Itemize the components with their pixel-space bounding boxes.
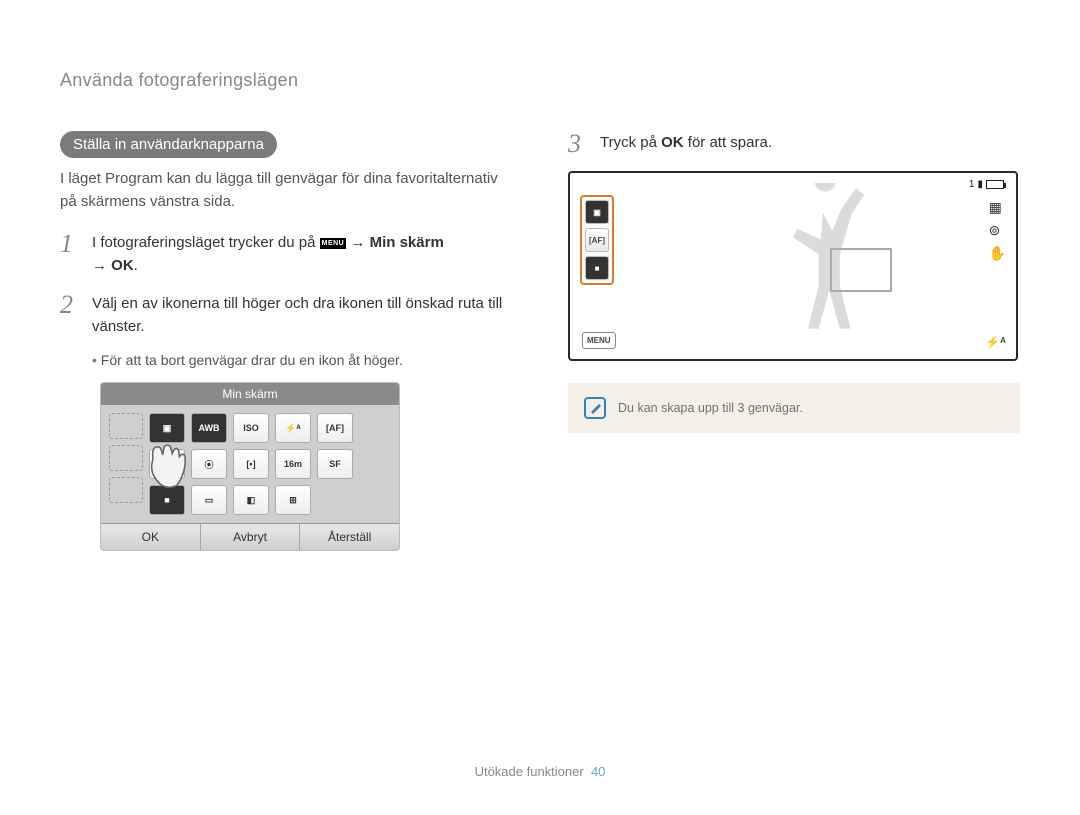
grid-option-icon[interactable]: 16m [275, 449, 311, 479]
shortcut-icon[interactable]: ■ [585, 256, 609, 280]
grid-option-icon[interactable]: SF [317, 449, 353, 479]
right-indicator-column: ▦ ⊚ ✋ [989, 199, 1006, 262]
step1-prefix: I fotograferingsläget trycker du på [92, 234, 320, 251]
camera-preview-figure: 1 ▮ ▣ [AF] ■ MENU ▦ ⊚ ✋ ⚡ᴬ [568, 171, 1018, 361]
step1-ok: OK [111, 257, 134, 274]
step2-bullet: För att ta bort genvägar drar du en ikon… [92, 352, 512, 368]
timer-icon: ⊚ [989, 222, 1006, 239]
intro-text: I läget Program kan du lägga till genväg… [60, 168, 512, 213]
shortcut-panel: ▣ [AF] ■ [580, 195, 614, 285]
resolution-icon: ▦ [989, 199, 1006, 216]
step-number: 2 [60, 292, 80, 339]
arrow-icon: → [92, 257, 107, 274]
page-number: 40 [591, 764, 605, 779]
memory-card-icon: ▮ [977, 179, 983, 190]
battery-icon [986, 180, 1004, 189]
shortcut-icon[interactable]: ▣ [585, 200, 609, 224]
left-column: Ställa in användarknapparna I läget Prog… [60, 131, 512, 551]
step1-min-skarm: Min skärm [370, 234, 444, 251]
grid-option-icon[interactable]: [•] [233, 449, 269, 479]
step-number: 3 [568, 131, 588, 157]
drag-hand-icon [129, 423, 209, 503]
step-2: 2 Välj en av ikonerna till höger och dra… [60, 292, 512, 339]
focus-frame-icon [830, 248, 892, 292]
page-footer: Utökade funktioner 40 [0, 764, 1080, 779]
cancel-button[interactable]: Avbryt [201, 524, 301, 550]
ok-button[interactable]: OK [101, 524, 201, 550]
menu-icon: MENU [320, 238, 347, 249]
grid-option-icon[interactable]: ⊞ [275, 485, 311, 515]
step3-ok: OK [661, 134, 684, 151]
shot-count: 1 [969, 179, 975, 190]
right-column: 3 Tryck på OK för att spara. 1 ▮ ▣ [AF] … [568, 131, 1020, 551]
grid-option-icon[interactable]: ⚡ᴬ [275, 413, 311, 443]
section-pill: Ställa in användarknapparna [60, 131, 277, 158]
shortcut-icon[interactable]: [AF] [585, 228, 609, 252]
step2-text: Välj en av ikonerna till höger och dra i… [92, 292, 512, 339]
step-number: 1 [60, 231, 80, 278]
stabilizer-icon: ✋ [989, 245, 1006, 262]
status-bar: 1 ▮ [969, 179, 1004, 190]
reset-button[interactable]: Återställ [300, 524, 399, 550]
mini-screen-title: Min skärm [101, 383, 399, 405]
step3-suffix: för att spara. [684, 134, 772, 151]
step3-prefix: Tryck på [600, 134, 661, 151]
grid-option-icon[interactable]: ◧ [233, 485, 269, 515]
footer-section-label: Utökade funktioner [475, 764, 584, 779]
flash-indicator: ⚡ᴬ [985, 335, 1006, 349]
menu-button[interactable]: MENU [582, 332, 616, 349]
info-note: Du kan skapa upp till 3 genvägar. [568, 383, 1020, 433]
page-title: Använda fotograferingslägen [60, 70, 1020, 91]
grid-option-icon[interactable]: ISO [233, 413, 269, 443]
grid-option-icon[interactable]: [AF] [317, 413, 353, 443]
note-text: Du kan skapa upp till 3 genvägar. [618, 401, 803, 415]
arrow-icon: → [350, 234, 365, 251]
step-3: 3 Tryck på OK för att spara. [568, 131, 1020, 157]
step-1: 1 I fotograferingsläget trycker du på ME… [60, 231, 512, 278]
note-icon [584, 397, 606, 419]
min-skarm-figure: Min skärm ▣ AWB ISO ⚡ᴬ [AF] ▢ ⦿ [•] 16m [100, 382, 400, 551]
